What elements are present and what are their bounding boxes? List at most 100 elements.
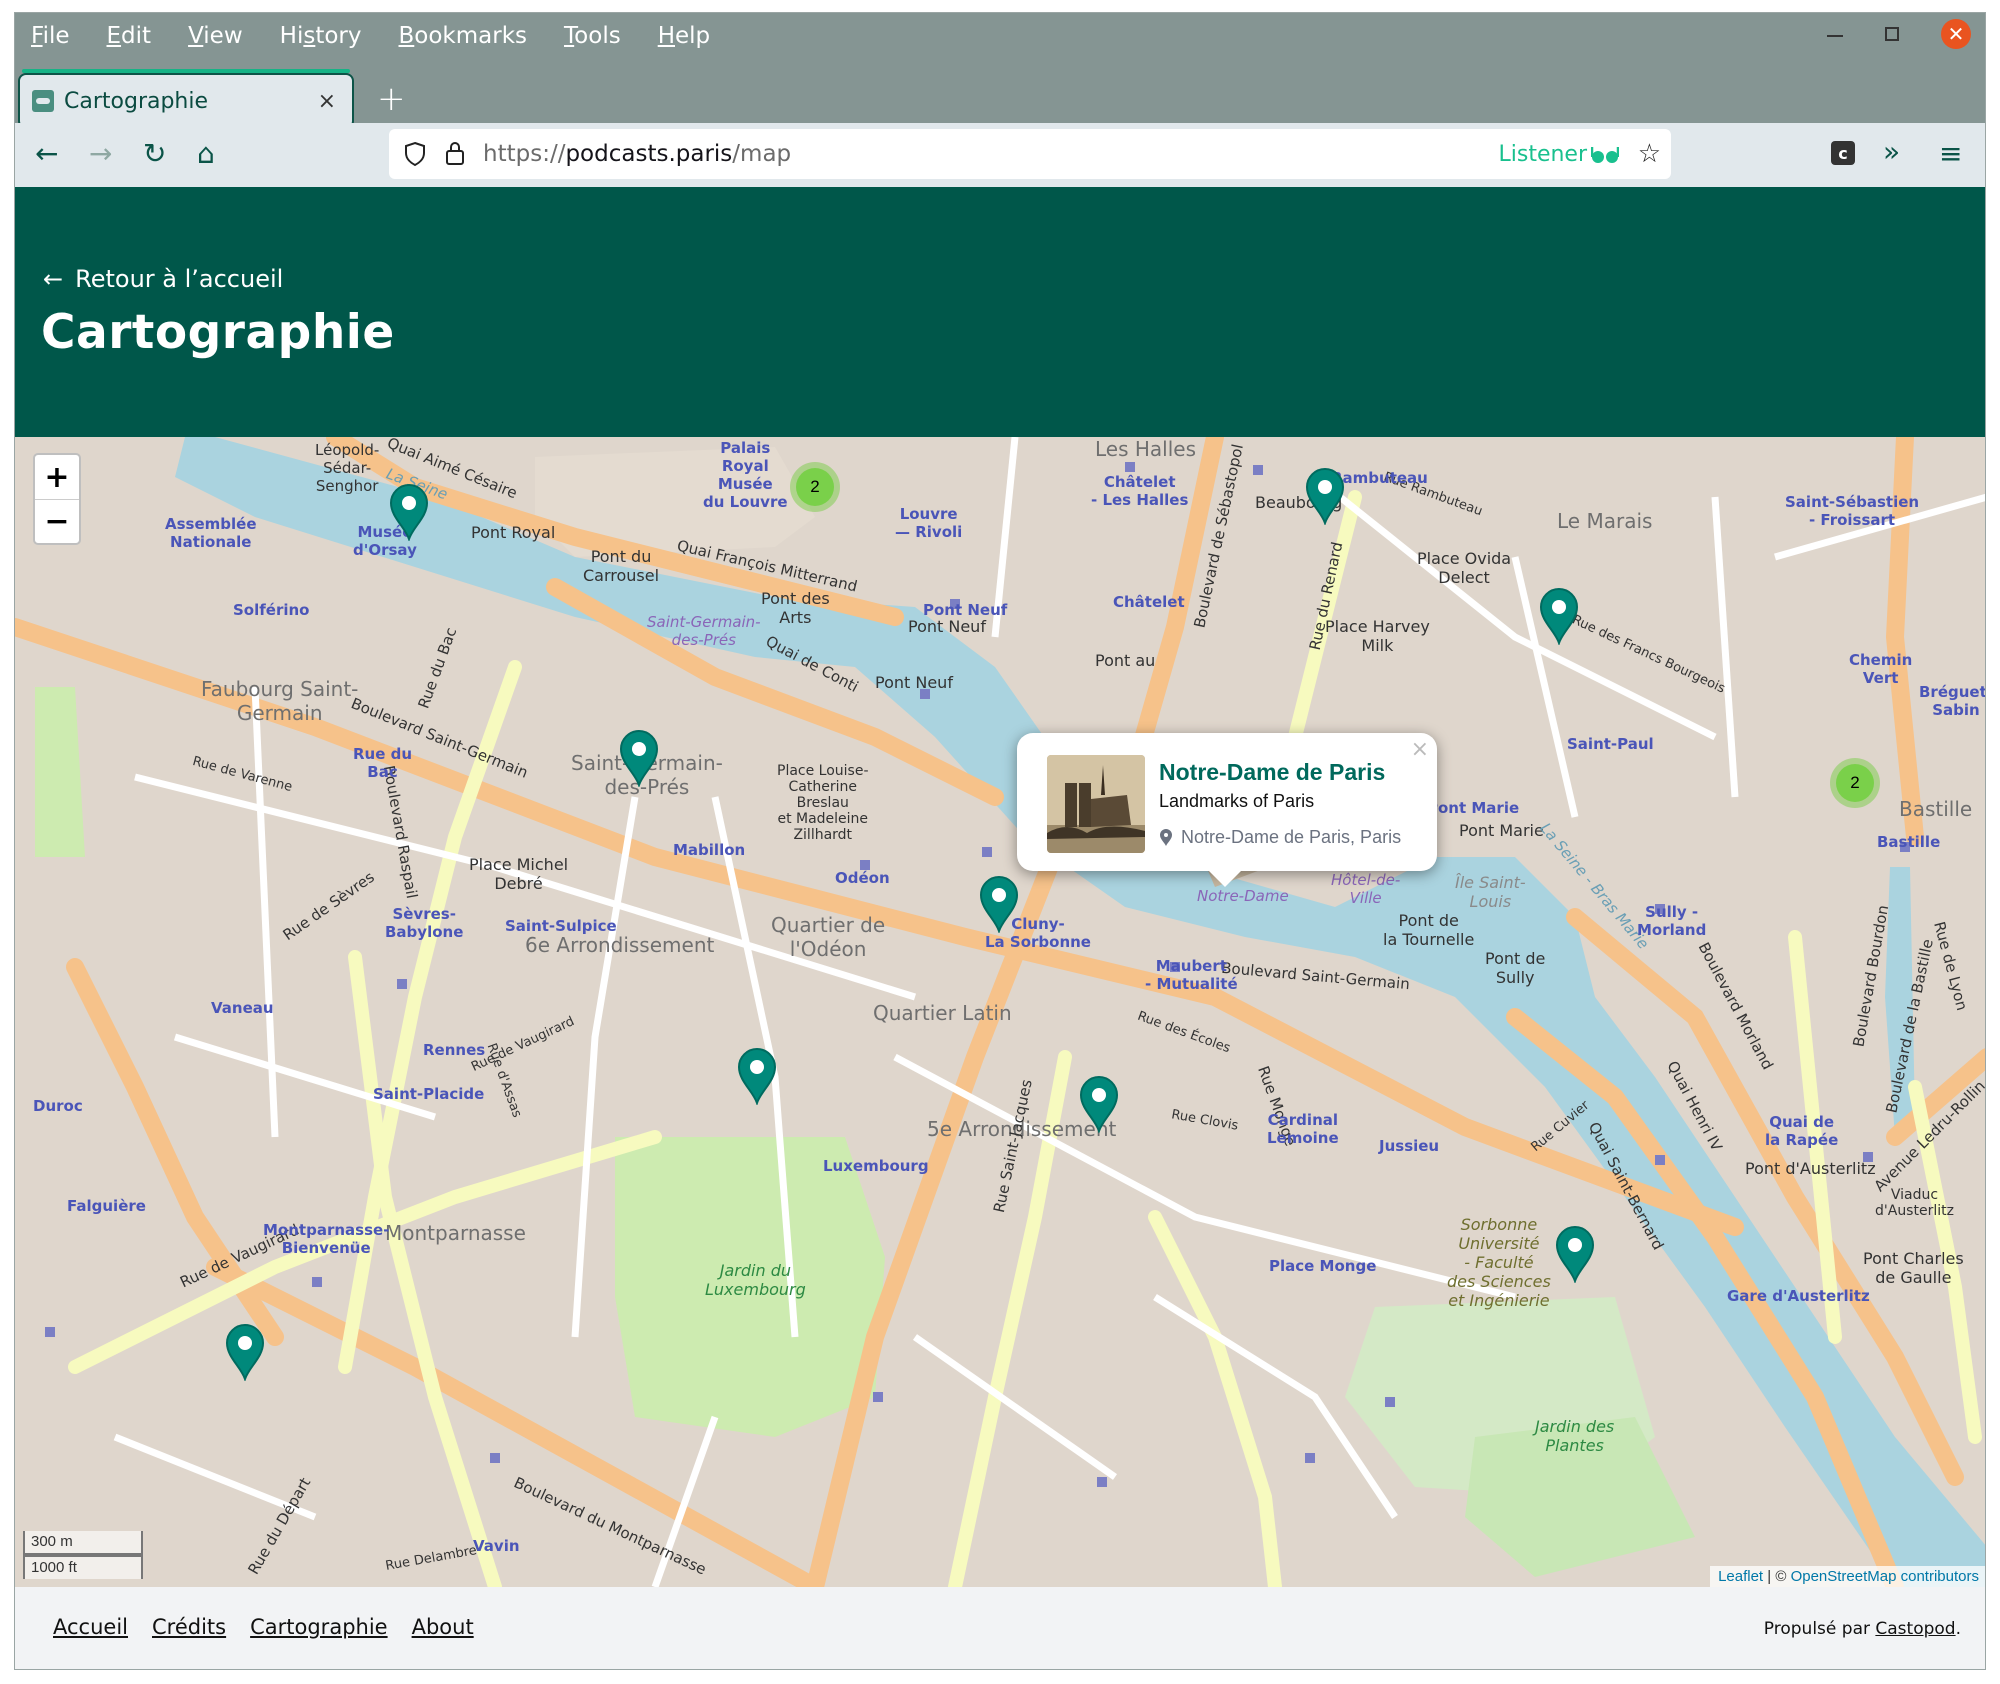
- castopod-link[interactable]: Castopod: [1875, 1619, 1955, 1639]
- menu-history[interactable]: History: [280, 23, 362, 49]
- menu-tools[interactable]: Tools: [564, 23, 621, 49]
- listener-label: Listener: [1498, 141, 1587, 167]
- popup-close-button[interactable]: ×: [1411, 737, 1429, 762]
- label-pont-charles-de-gaulle: Pont Charles de Gaulle: [1863, 1249, 1964, 1287]
- label-sorbonne-5: et Ingénierie: [1448, 1291, 1550, 1310]
- label-place-michel-debre-2: Debré: [494, 874, 543, 893]
- label-pont-carrousel-2: Carrousel: [583, 566, 660, 585]
- label-sorbonne-4: des Sciences: [1447, 1272, 1551, 1291]
- label-ile-saint-louis: Île Saint- Louis: [1455, 873, 1526, 911]
- close-icon: ✕: [1947, 22, 1965, 46]
- label-jardin-lux-2: Luxembourg: [705, 1280, 806, 1299]
- label-hotel-de-ville-water: Hôtel-de- Ville: [1331, 871, 1400, 907]
- metro-saint-placide: Saint-Placide: [373, 1085, 485, 1103]
- castopod-favicon-icon: [32, 90, 54, 112]
- cluster-count: 2: [796, 468, 834, 506]
- zoom-out-button[interactable]: −: [35, 499, 79, 543]
- label-pont-neuf-2: Pont Neuf: [875, 673, 953, 692]
- metro-mabillon: Mabillon: [673, 841, 746, 859]
- footer-link-about[interactable]: About: [412, 1615, 474, 1639]
- tab-cartographie[interactable]: Cartographie ×: [18, 69, 354, 129]
- marker-cluster[interactable]: 2: [790, 462, 840, 512]
- zoom-in-button[interactable]: +: [35, 455, 79, 499]
- map-marker-saint-germain[interactable]: [617, 729, 661, 789]
- map-marker-jardin-luxembourg[interactable]: [735, 1047, 779, 1107]
- map-scale: 300 m 1000 ft: [23, 1531, 143, 1579]
- extension-c-button[interactable]: c: [1831, 141, 1855, 165]
- url-bar[interactable]: https://podcasts.paris/map Listener ☆: [389, 129, 1671, 179]
- map-marker-jardin-plantes[interactable]: [1553, 1225, 1597, 1285]
- label-hdv-1: Hôtel-de-: [1331, 871, 1401, 889]
- more-tools-button[interactable]: »: [1883, 135, 1900, 168]
- label-quartier-latin: Quartier Latin: [873, 1001, 1012, 1025]
- metro-rennes: Rennes: [423, 1041, 486, 1059]
- label-jardin-plantes: Jardin des Plantes: [1535, 1417, 1614, 1455]
- new-tab-button[interactable]: +: [377, 79, 406, 119]
- powered-by-suffix: .: [1955, 1619, 1961, 1639]
- menu-view[interactable]: View: [188, 23, 243, 49]
- powered-by: Propulsé par Castopod.: [1764, 1619, 1961, 1639]
- metro-st-sebastien-1: Saint-Sébastien: [1785, 493, 1920, 511]
- back-to-home-link[interactable]: ← Retour à l’accueil: [43, 265, 283, 293]
- minimize-button[interactable]: [1827, 35, 1843, 37]
- url-text[interactable]: https://podcasts.paris/map: [483, 141, 791, 167]
- metro-quai-de-la-rapee: Quai de la Rapée: [1765, 1113, 1838, 1149]
- metro-rue-bac-1: Rue du: [353, 745, 413, 763]
- shield-icon[interactable]: [403, 141, 427, 167]
- map-marker-montparnasse[interactable]: [223, 1323, 267, 1383]
- map-pin-icon: [225, 1324, 265, 1383]
- map-marker-beaubourg[interactable]: [1303, 467, 1347, 527]
- label-place-louise: Place Louise- Catherine Breslau et Madelein…: [777, 763, 869, 843]
- label-sg-water-2: des-Prés: [671, 631, 736, 649]
- navigation-toolbar: ← → ↻ ⌂ https://podcasts.paris/map Liste…: [15, 123, 1985, 187]
- menu-view-rest: iew: [203, 23, 243, 49]
- reload-button[interactable]: ↻: [143, 137, 166, 170]
- location-thumbnail[interactable]: [1047, 755, 1145, 853]
- label-pont-charles-1: Pont Charles: [1863, 1249, 1964, 1268]
- close-window-button[interactable]: ✕: [1941, 19, 1971, 49]
- menu-edit-rest: dit: [121, 23, 152, 49]
- app-menu-button[interactable]: ≡: [1939, 137, 1962, 170]
- metro-breguet-sabin: Bréguet- Sabin: [1919, 683, 1985, 719]
- tab-close-button[interactable]: ×: [318, 89, 336, 114]
- metro-rapee-2: la Rapée: [1765, 1131, 1839, 1149]
- listener-extension-button[interactable]: Listener: [1498, 142, 1619, 167]
- menu-file-rest: ile: [42, 23, 70, 49]
- footer-link-credits[interactable]: Crédits: [152, 1615, 226, 1639]
- hamburger-icon: ≡: [1939, 137, 1963, 170]
- label-place-harvey-milk: Place Harvey Milk: [1325, 617, 1430, 655]
- maximize-button[interactable]: [1885, 27, 1899, 41]
- map-marker-5e-arrondissement[interactable]: [1077, 1075, 1121, 1135]
- metro-chatelet-les-halles: Châtelet - Les Halles: [1091, 473, 1188, 509]
- arrow-left-icon: ←: [35, 137, 59, 170]
- map-marker-cluny[interactable]: [977, 875, 1021, 935]
- metro-vaneau: Vaneau: [211, 999, 274, 1017]
- lock-icon[interactable]: [443, 139, 467, 167]
- menu-help[interactable]: Help: [658, 23, 710, 49]
- label-viaduc-austerlitz: Viaduc d'Austerlitz: [1875, 1187, 1954, 1219]
- footer-link-accueil[interactable]: Accueil: [53, 1615, 128, 1639]
- bookmark-star-button[interactable]: ☆: [1638, 139, 1661, 169]
- metro-vavin: Vavin: [473, 1537, 520, 1555]
- map-marker-marais[interactable]: [1537, 587, 1581, 647]
- osm-link[interactable]: OpenStreetMap contributors: [1791, 1568, 1979, 1585]
- map-pin-icon: [1305, 468, 1345, 527]
- tab-title: Cartographie: [64, 88, 209, 114]
- map-marker-musee-orsay[interactable]: [387, 483, 431, 543]
- menu-file[interactable]: File: [31, 23, 70, 49]
- home-button[interactable]: ⌂: [197, 137, 215, 170]
- menu-bookmarks[interactable]: Bookmarks: [399, 23, 528, 49]
- url-host: podcasts.paris: [565, 141, 733, 167]
- label-place-monge: Place Monge: [1269, 1257, 1377, 1275]
- footer-link-cartographie[interactable]: Cartographie: [250, 1615, 387, 1639]
- marker-cluster[interactable]: 2: [1830, 758, 1880, 808]
- map[interactable]: Les Halles Le Marais Faubourg Saint- Germ…: [15, 437, 1985, 1587]
- back-button[interactable]: ←: [35, 137, 58, 170]
- menu-edit[interactable]: Edit: [107, 23, 152, 49]
- metro-assemblee-1: Assemblée: [165, 515, 257, 533]
- forward-button[interactable]: →: [89, 137, 112, 170]
- page-header: ← Retour à l’accueil Cartographie: [15, 187, 1985, 437]
- leaflet-link[interactable]: Leaflet: [1718, 1568, 1763, 1585]
- star-icon: ☆: [1637, 139, 1661, 169]
- popup-title[interactable]: Notre-Dame de Paris: [1159, 759, 1385, 786]
